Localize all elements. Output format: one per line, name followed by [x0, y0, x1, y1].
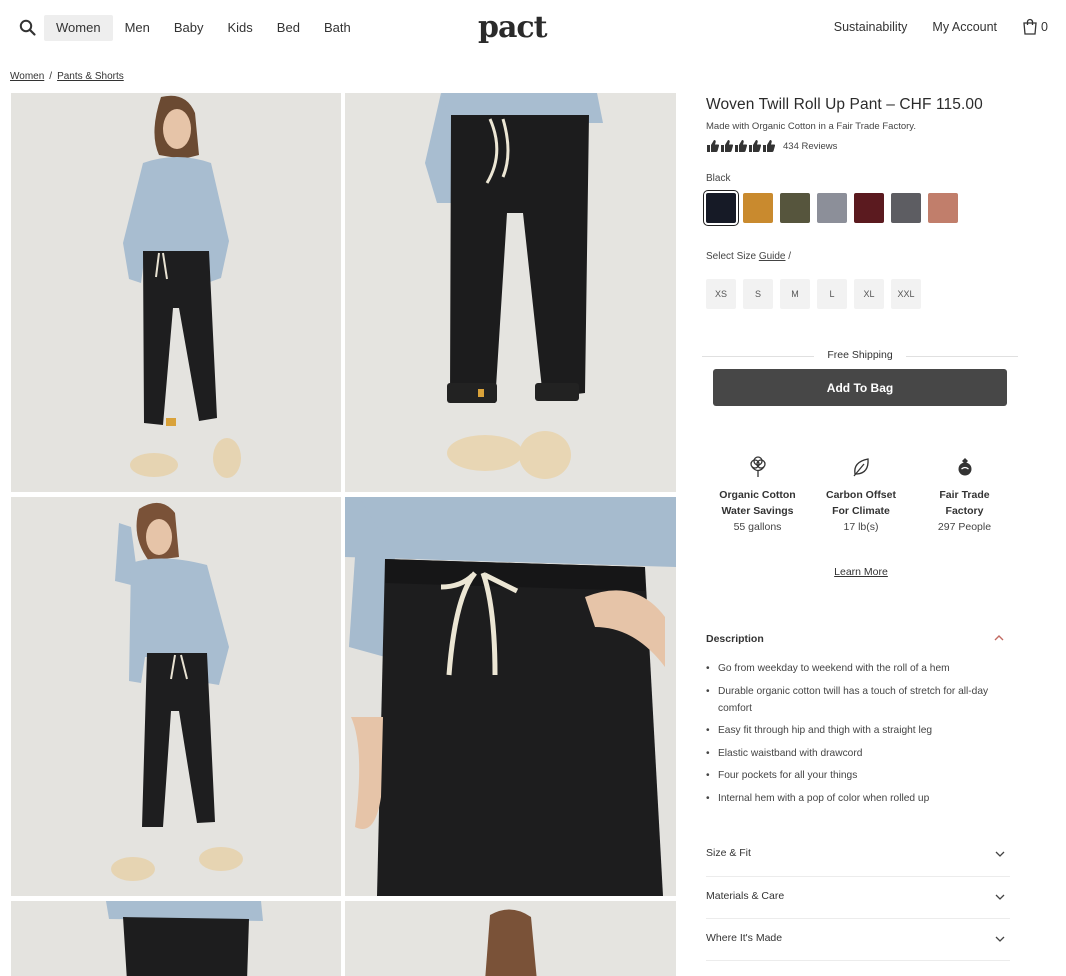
thumbs-up-icon [721, 140, 733, 152]
product-title: Woven Twill Roll Up Pant – CHF 115.00 [706, 96, 983, 113]
selected-color-label: Black [706, 173, 731, 184]
logo[interactable]: pact [478, 10, 548, 45]
size-label-prefix: Select Size [706, 251, 759, 262]
swatch-mustard[interactable] [743, 193, 773, 223]
nav-item-baby[interactable]: Baby [162, 15, 216, 41]
product-photo-front[interactable] [11, 93, 341, 492]
fair-trade-icon [958, 458, 971, 476]
impact-title-line1: Fair Trade [939, 489, 990, 501]
swatch-olive[interactable] [780, 193, 810, 223]
product-photo-waistband-closeup[interactable] [345, 497, 676, 896]
description-heading[interactable]: Description [706, 633, 1006, 645]
product-photo-front-closeup[interactable] [345, 93, 676, 492]
accordion-materials-care[interactable]: Materials & Care [706, 888, 1010, 908]
accordion-label: Size & Fit [706, 847, 751, 859]
size-xl[interactable]: XL [854, 279, 884, 309]
free-shipping-row: Free Shipping [702, 349, 1018, 363]
product-photo-back-full[interactable] [345, 901, 676, 976]
chevron-down-icon [995, 894, 1005, 900]
size-xxl[interactable]: XXL [891, 279, 921, 309]
description-bullet: Elastic waistband with drawcord [706, 745, 1012, 762]
impact-title-line1: Organic Cotton [719, 489, 796, 501]
rating-thumbs [706, 140, 775, 152]
breadcrumb: Women / Pants & Shorts [10, 71, 124, 82]
description-list: Go from weekday to weekend with the roll… [706, 660, 1012, 812]
impact-title-line2: For Climate [832, 505, 890, 517]
nav-item-women[interactable]: Women [44, 15, 113, 41]
impact-value: 297 People [937, 521, 992, 533]
color-swatches [703, 190, 1016, 226]
size-xs[interactable]: XS [706, 279, 736, 309]
size-label-suffix: / [785, 251, 792, 262]
add-to-bag-button[interactable]: Add To Bag [713, 369, 1007, 406]
nav-item-kids[interactable]: Kids [216, 15, 265, 41]
size-l[interactable]: L [817, 279, 847, 309]
impact-carbon-offset: Carbon Offset For Climate 17 lb(s) [810, 456, 913, 536]
impact-organic-cotton: Organic Cotton Water Savings 55 gallons [706, 456, 809, 536]
breadcrumb-separator: / [49, 71, 53, 82]
impact-title-line1: Carbon Offset [825, 489, 896, 501]
impact-title-line2: Factory [945, 505, 984, 517]
nav-item-bed[interactable]: Bed [265, 15, 312, 41]
product-rating[interactable]: 434 Reviews [706, 140, 1016, 152]
bag-count: 0 [1041, 20, 1048, 34]
shopping-bag-icon [1023, 18, 1037, 35]
swatch-black[interactable] [703, 190, 739, 226]
swatch-charcoal[interactable] [891, 193, 921, 223]
divider [706, 876, 1010, 877]
swatch-grey-blue[interactable] [817, 193, 847, 223]
impact-value: 55 gallons [733, 521, 782, 533]
divider [706, 918, 1010, 919]
search-icon[interactable] [18, 18, 38, 38]
chevron-down-icon [995, 936, 1005, 942]
impact-fair-trade: Fair Trade Factory 297 People [913, 456, 1016, 536]
sustainability-link[interactable]: Sustainability [834, 20, 908, 34]
description-bullet: Four pockets for all your things [706, 767, 1012, 784]
accordion-size-fit[interactable]: Size & Fit [706, 845, 1010, 865]
free-shipping-text: Free Shipping [827, 349, 893, 361]
thumbs-up-icon [735, 140, 747, 152]
divider [706, 960, 1010, 961]
my-account-link[interactable]: My Account [932, 20, 997, 34]
main-nav: Women Men Baby Kids Bed Bath [44, 15, 363, 41]
shopping-bag-button[interactable]: 0 [1022, 18, 1048, 36]
description-bullet: Internal hem with a pop of color when ro… [706, 790, 1012, 807]
thumbs-up-icon [707, 140, 719, 152]
breadcrumb-women[interactable]: Women [10, 71, 44, 82]
utility-nav: Sustainability My Account 0 [834, 18, 1048, 36]
chevron-down-icon [995, 851, 1005, 857]
description-bullet: Durable organic cotton twill has a touch… [706, 683, 1012, 717]
accordion-label: Where It's Made [706, 932, 783, 944]
thumbs-up-icon [763, 140, 775, 152]
nav-item-bath[interactable]: Bath [312, 15, 363, 41]
size-guide-link[interactable]: Guide [759, 251, 786, 262]
product-info: Woven Twill Roll Up Pant – CHF 115.00 Ma… [703, 96, 1016, 309]
product-photo-back[interactable] [11, 901, 341, 976]
swatch-terracotta[interactable] [928, 193, 958, 223]
product-photo-pose[interactable] [11, 497, 341, 896]
impact-stats: Organic Cotton Water Savings 55 gallons … [706, 456, 1016, 536]
size-m[interactable]: M [780, 279, 810, 309]
review-count: 434 Reviews [783, 140, 838, 152]
size-options: XS S M L XL XXL [706, 279, 1016, 309]
size-label: Select Size Guide / [706, 251, 1016, 262]
product-gallery [11, 93, 676, 976]
accordion-where-made[interactable]: Where It's Made [706, 930, 1010, 950]
swatch-burgundy[interactable] [854, 193, 884, 223]
breadcrumb-pants-shorts[interactable]: Pants & Shorts [57, 71, 124, 82]
cotton-icon [749, 456, 766, 477]
size-s[interactable]: S [743, 279, 773, 309]
nav-item-men[interactable]: Men [113, 15, 162, 41]
site-header: Women Men Baby Kids Bed Bath pact Sustai… [0, 0, 1066, 58]
chevron-up-icon[interactable] [993, 634, 1005, 642]
learn-more-link[interactable]: Learn More [706, 566, 1016, 578]
impact-value: 17 lb(s) [843, 521, 879, 533]
product-subtitle: Made with Organic Cotton in a Fair Trade… [706, 121, 916, 132]
accordion-label: Materials & Care [706, 890, 785, 902]
description-bullet: Easy fit through hip and thigh with a st… [706, 722, 1012, 739]
leaf-icon [853, 458, 869, 477]
thumbs-up-icon [749, 140, 761, 152]
description-bullet: Go from weekday to weekend with the roll… [706, 660, 1012, 677]
impact-title-line2: Water Savings [721, 505, 794, 517]
